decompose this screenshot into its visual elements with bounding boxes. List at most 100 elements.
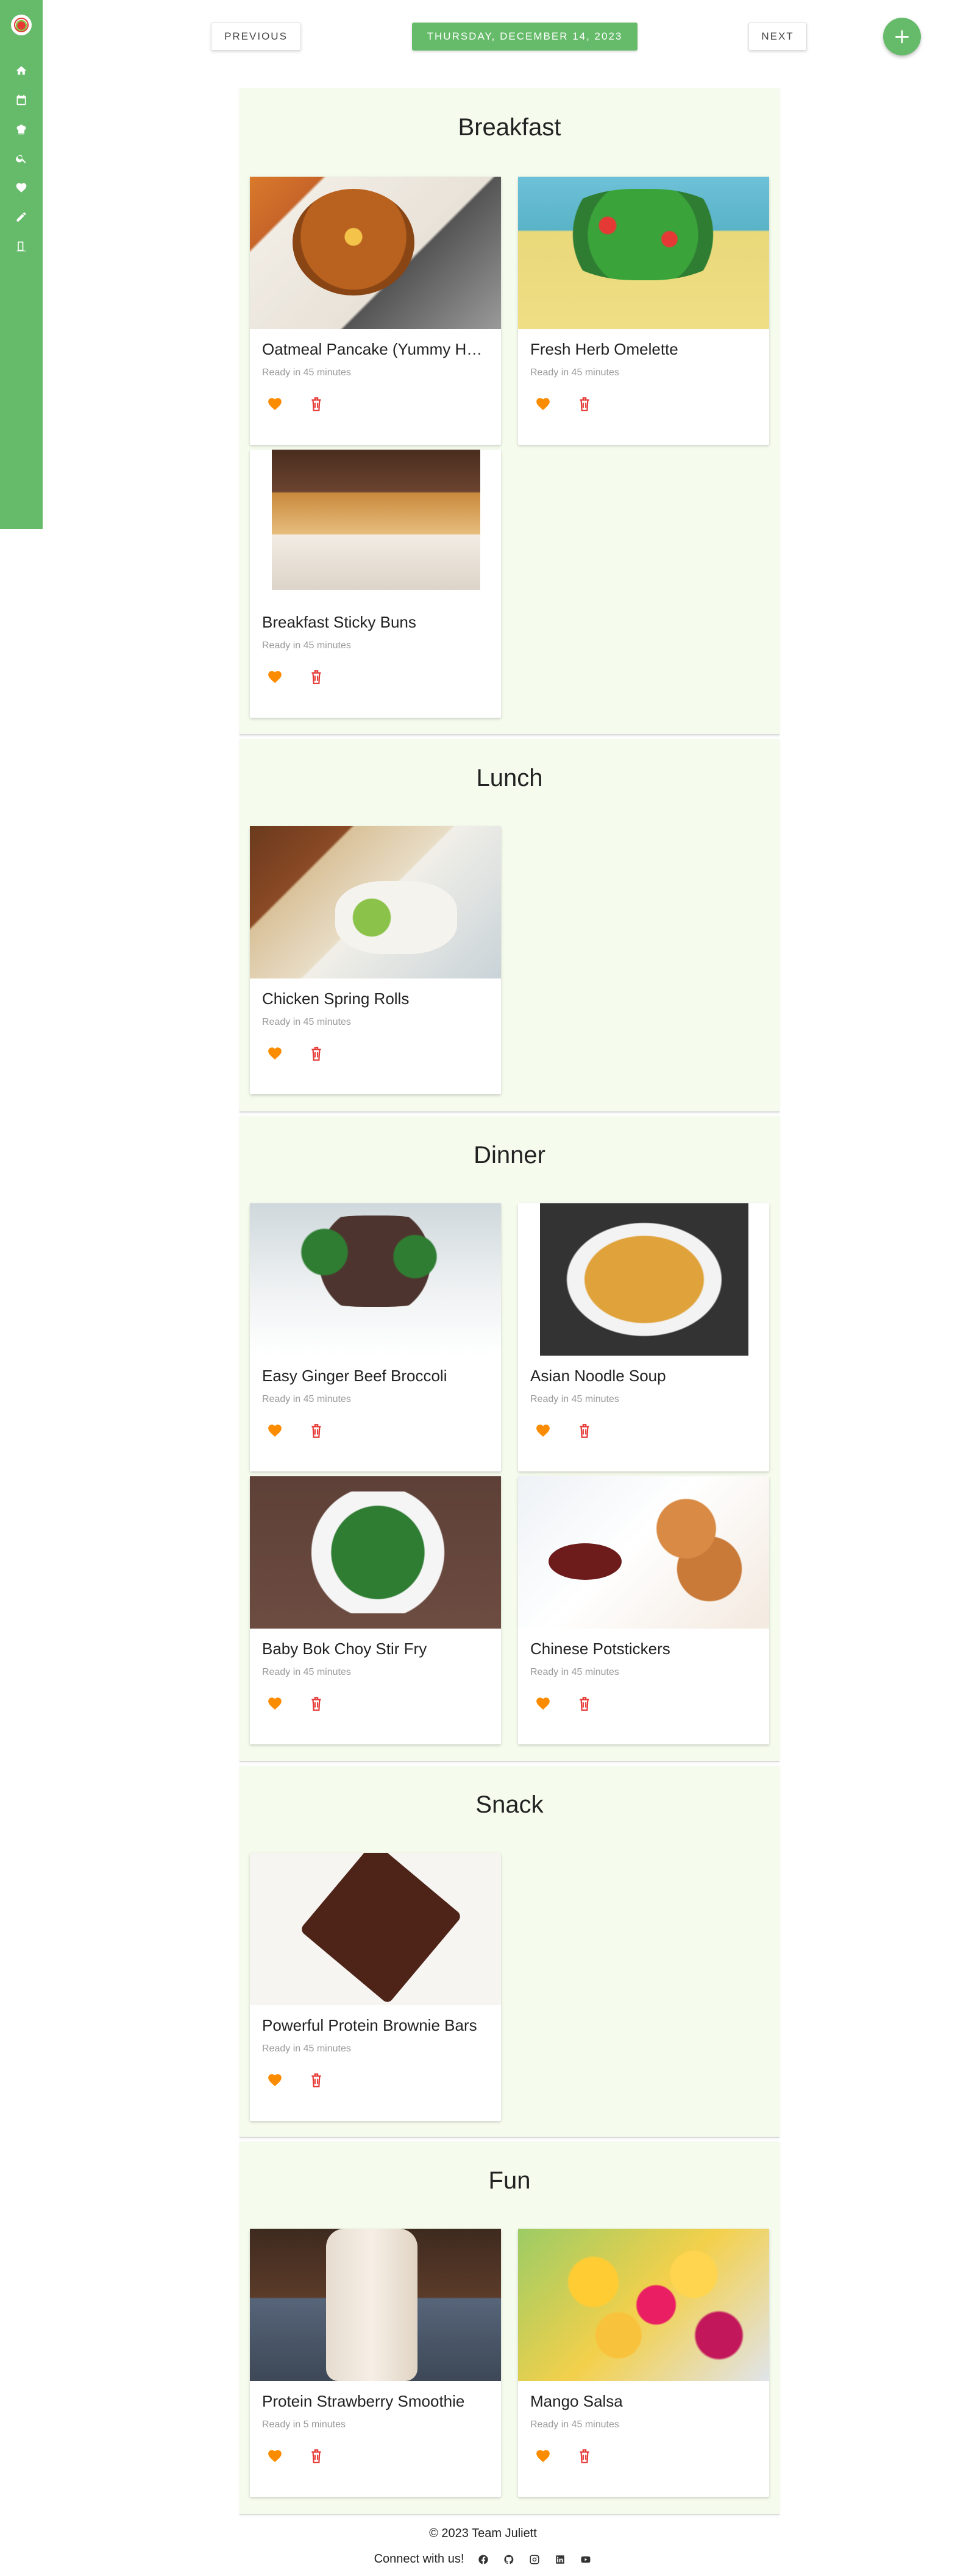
ready-time: Ready in 45 minutes <box>262 367 351 378</box>
recipe-card[interactable]: Fresh Herb Omelette Ready in 45 minutes <box>518 177 769 445</box>
youtube-icon[interactable] <box>580 2553 592 2566</box>
delete-trash-icon[interactable] <box>310 2448 323 2464</box>
previous-day-button[interactable]: PREVIOUS <box>211 23 301 51</box>
github-icon[interactable] <box>503 2553 515 2566</box>
delete-trash-icon[interactable] <box>578 1696 591 1711</box>
delete-trash-icon[interactable] <box>310 669 323 685</box>
favorite-heart-icon[interactable] <box>535 1423 551 1438</box>
recipe-image <box>518 1476 769 1629</box>
app-logo[interactable] <box>11 15 32 35</box>
potsticker-shape <box>640 1488 756 1622</box>
search-icon[interactable] <box>15 152 28 165</box>
section-title: Dinner <box>474 1142 545 1169</box>
next-day-button[interactable]: NEXT <box>748 23 807 51</box>
delete-trash-icon[interactable] <box>310 1423 323 1438</box>
meal-section-dinner: Dinner Easy Ginger Beef Broccoli Ready i… <box>240 1116 780 1762</box>
connect-label: Connect with us! <box>374 2552 464 2566</box>
recipe-image <box>250 826 501 978</box>
calendar-icon[interactable] <box>15 93 28 107</box>
favorite-heart-icon[interactable] <box>535 2448 551 2464</box>
bok-choy-bowl <box>286 1491 469 1613</box>
home-icon[interactable] <box>15 64 28 77</box>
recipe-title: Baby Bok Choy Stir Fry <box>262 1640 427 1658</box>
chef-hat-icon[interactable] <box>15 122 28 136</box>
delete-trash-icon[interactable] <box>310 1046 323 1061</box>
recipe-title: Chicken Spring Rolls <box>262 989 410 1008</box>
favorite-heart-icon[interactable] <box>267 2072 283 2088</box>
favorite-heart-icon[interactable] <box>267 1046 283 1061</box>
logo-mark <box>14 18 29 32</box>
ready-time: Ready in 45 minutes <box>262 2043 351 2054</box>
recipe-title: Oatmeal Pancake (Yummy Healthy Breakfast… <box>262 340 489 358</box>
recipe-title: Protein Strawberry Smoothie <box>262 2392 465 2410</box>
recipe-card[interactable]: Asian Noodle Soup Ready in 45 minutes <box>518 1203 769 1471</box>
footer-connect: Connect with us! <box>0 2552 966 2566</box>
delete-trash-icon[interactable] <box>578 1423 591 1438</box>
ready-time: Ready in 5 minutes <box>262 2419 346 2430</box>
recipe-card[interactable]: Breakfast Sticky Buns Ready in 45 minute… <box>250 450 501 718</box>
favorite-heart-icon[interactable] <box>267 1696 283 1711</box>
recipe-title: Mango Salsa <box>530 2392 623 2410</box>
delete-trash-icon[interactable] <box>310 396 323 412</box>
ready-time: Ready in 45 minutes <box>530 1667 619 1677</box>
favorite-heart-icon[interactable] <box>267 2448 283 2464</box>
heart-icon[interactable] <box>15 181 28 194</box>
instagram-icon[interactable] <box>528 2553 541 2566</box>
sticky-bun-photo <box>272 450 480 590</box>
meal-section-fun: Fun Protein Strawberry Smoothie Ready in… <box>240 2142 780 2515</box>
recipe-title: Chinese Potstickers <box>530 1640 670 1658</box>
recipe-title: Fresh Herb Omelette <box>530 340 678 358</box>
linkedin-icon[interactable] <box>554 2553 566 2566</box>
section-title: Snack <box>475 1791 544 1818</box>
pancake-shape <box>293 189 414 295</box>
footer-copyright: © 2023 Team Juliett <box>429 2527 537 2540</box>
ready-time: Ready in 45 minutes <box>530 1394 619 1404</box>
recipe-card[interactable]: Easy Ginger Beef Broccoli Ready in 45 mi… <box>250 1203 501 1471</box>
noodle-soup-photo <box>540 1203 748 1356</box>
recipe-card[interactable]: Chicken Spring Rolls Ready in 45 minutes <box>250 826 501 1094</box>
delete-trash-icon[interactable] <box>578 396 591 412</box>
meal-section-breakfast: Breakfast Oatmeal Pancake (Yummy Healthy… <box>240 88 780 735</box>
section-title: Breakfast <box>458 114 561 141</box>
beef-broccoli-shape <box>274 1215 475 1307</box>
recipe-title: Powerful Protein Brownie Bars <box>262 2016 477 2034</box>
ready-time: Ready in 45 minutes <box>262 1394 351 1404</box>
ready-time: Ready in 45 minutes <box>262 640 351 651</box>
ready-time: Ready in 45 minutes <box>262 1667 351 1677</box>
brownie-shape <box>299 1853 463 2005</box>
ready-time: Ready in 45 minutes <box>262 1017 351 1027</box>
facebook-icon[interactable] <box>477 2553 489 2566</box>
recipe-card[interactable]: Protein Strawberry Smoothie Ready in 5 m… <box>250 2229 501 2497</box>
favorite-heart-icon[interactable] <box>267 1423 283 1438</box>
delete-trash-icon[interactable] <box>578 2448 591 2464</box>
recipe-card[interactable]: Baby Bok Choy Stir Fry Ready in 45 minut… <box>250 1476 501 1744</box>
favorite-heart-icon[interactable] <box>267 396 283 412</box>
favorite-heart-icon[interactable] <box>535 1696 551 1711</box>
recipe-card[interactable]: Mango Salsa Ready in 45 minutes <box>518 2229 769 2497</box>
add-meal-button[interactable]: + <box>883 18 921 55</box>
sidebar <box>0 0 43 529</box>
recipe-image <box>518 2229 769 2381</box>
recipe-title: Breakfast Sticky Buns <box>262 613 416 631</box>
omelette-toppings <box>555 189 731 280</box>
recipe-image <box>518 1203 769 1356</box>
delete-trash-icon[interactable] <box>310 2072 323 2088</box>
pencil-icon[interactable] <box>15 210 28 224</box>
section-title: Fun <box>488 2167 531 2194</box>
section-title: Lunch <box>476 765 543 791</box>
delete-trash-icon[interactable] <box>310 1696 323 1711</box>
logout-door-icon[interactable] <box>15 239 28 253</box>
recipe-card[interactable]: Chinese Potstickers Ready in 45 minutes <box>518 1476 769 1744</box>
recipe-image <box>250 2229 501 2381</box>
recipe-image <box>250 1476 501 1629</box>
smoothie-glass <box>326 2229 417 2381</box>
recipe-image <box>250 450 501 602</box>
recipe-card[interactable]: Oatmeal Pancake (Yummy Healthy Breakfast… <box>250 177 501 445</box>
meal-section-snack: Snack Powerful Protein Brownie Bars Read… <box>240 1766 780 2138</box>
recipe-title: Easy Ginger Beef Broccoli <box>262 1367 447 1385</box>
recipe-card[interactable]: Powerful Protein Brownie Bars Ready in 4… <box>250 1853 501 2121</box>
favorite-heart-icon[interactable] <box>535 396 551 412</box>
ready-time: Ready in 45 minutes <box>530 367 619 378</box>
favorite-heart-icon[interactable] <box>267 669 283 685</box>
current-date-button[interactable]: THURSDAY, DECEMBER 14, 2023 <box>412 23 637 51</box>
